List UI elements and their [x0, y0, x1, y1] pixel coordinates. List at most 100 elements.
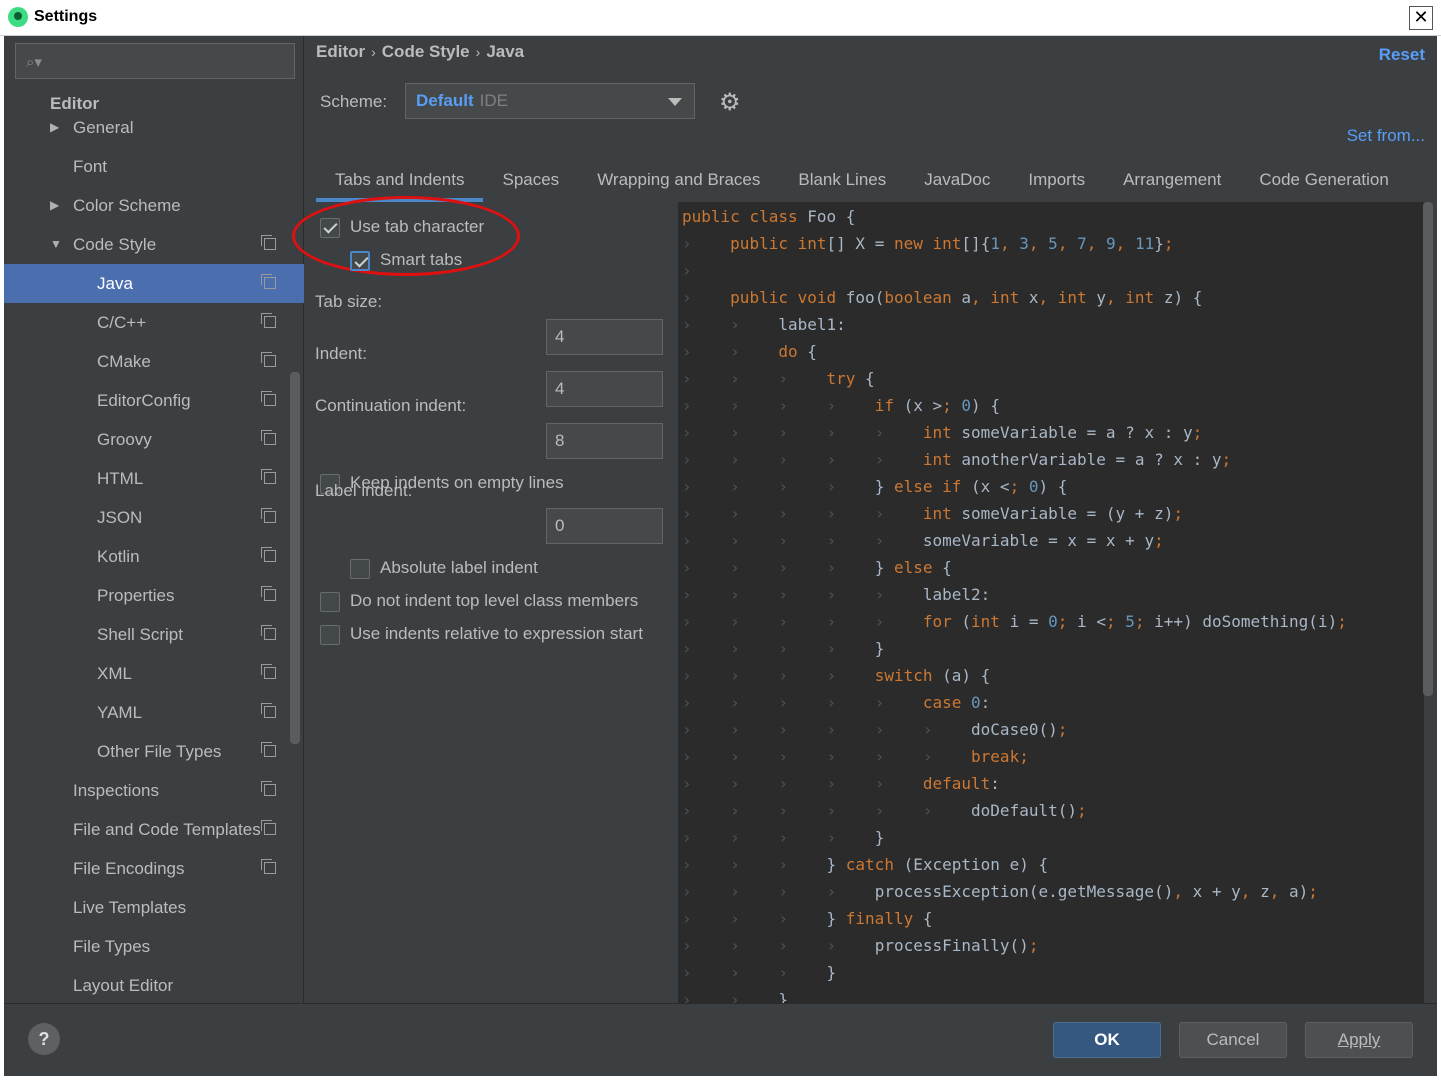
- absolute-label-indent-option[interactable]: Absolute label indent: [350, 557, 538, 581]
- no-indent-top-level-option[interactable]: Do not indent top level class members: [320, 590, 638, 614]
- tab-javadoc[interactable]: JavaDoc: [905, 162, 1009, 202]
- copy-icon: [261, 586, 276, 601]
- sidebar: ⌕▾ Editor ▶ General Font ▶ Color Scheme ▼ Code…: [4, 36, 304, 1003]
- sidebar-item-live-templates[interactable]: Live Templates: [4, 888, 304, 927]
- tab-marker-icon: ›: [682, 342, 692, 361]
- sidebar-item-properties[interactable]: Properties: [4, 576, 304, 615]
- sidebar-item-layout-editor[interactable]: Layout Editor: [4, 966, 304, 1005]
- breadcrumb-editor: Editor: [316, 42, 366, 61]
- sidebar-item-kotlin[interactable]: Kotlin: [4, 537, 304, 576]
- sidebar-item-file-types[interactable]: File Types: [4, 927, 304, 966]
- sidebar-item-font[interactable]: Font: [4, 147, 304, 186]
- sidebar-item-other-file-types[interactable]: Other File Types: [4, 732, 304, 771]
- sidebar-item-color-scheme[interactable]: ▶ Color Scheme: [4, 186, 304, 225]
- label-indent-input[interactable]: 0: [546, 508, 663, 544]
- code-line: › › do {: [682, 342, 817, 361]
- tab-blank-lines[interactable]: Blank Lines: [779, 162, 905, 202]
- tab-marker-icon: ›: [778, 585, 788, 604]
- scheme-dropdown[interactable]: Default IDE: [405, 83, 695, 119]
- code-preview[interactable]: public class Foo {› public int[] X = new…: [678, 202, 1424, 1003]
- no-indent-top-level-checkbox[interactable]: [320, 591, 340, 612]
- tab-marker-icon: ›: [682, 450, 692, 469]
- tab-marker-icon: ›: [778, 909, 788, 928]
- relative-to-expression-option[interactable]: Use indents relative to expression start: [320, 623, 643, 647]
- no-indent-top-level-label: Do not indent top level class members: [350, 591, 639, 610]
- chevron-right-icon[interactable]: ▶: [50, 108, 59, 147]
- copy-icon: [261, 469, 276, 484]
- tab-marker-icon: ›: [874, 801, 885, 820]
- sidebar-item-json[interactable]: JSON: [4, 498, 304, 537]
- sidebar-item-label: Color Scheme: [73, 196, 181, 215]
- sidebar-item-java[interactable]: Java: [4, 264, 304, 303]
- code-line: › public int[] X = new int[]{1, 3, 5, 7,…: [682, 234, 1174, 253]
- code-line: › › › › › label2:: [682, 585, 991, 604]
- reset-link[interactable]: Reset: [1379, 45, 1425, 65]
- sidebar-item-html[interactable]: HTML: [4, 459, 304, 498]
- tab-marker-icon: ›: [826, 747, 837, 766]
- tab-marker-icon: ›: [874, 504, 885, 523]
- tab-marker-icon: ›: [778, 720, 788, 739]
- continuation-indent-input[interactable]: 8: [546, 423, 663, 459]
- tab-arrangement[interactable]: Arrangement: [1104, 162, 1240, 202]
- sidebar-item-inspections[interactable]: Inspections: [4, 771, 304, 810]
- tab-code-generation[interactable]: Code Generation: [1240, 162, 1407, 202]
- chevron-right-icon[interactable]: ▶: [50, 186, 59, 225]
- breadcrumb-separator: ›: [475, 44, 481, 60]
- close-button[interactable]: ✕: [1409, 6, 1433, 30]
- sidebar-item-label: File Types: [73, 937, 151, 956]
- sidebar-item-groovy[interactable]: Groovy: [4, 420, 304, 459]
- indent-label: Indent:: [315, 344, 367, 363]
- sidebar-item-yaml[interactable]: YAML: [4, 693, 304, 732]
- tab-marker-icon: ›: [778, 558, 788, 577]
- tab-marker-icon: ›: [730, 585, 740, 604]
- sidebar-item-label: File and Code Templates: [73, 820, 261, 839]
- use-tab-character-option[interactable]: Use tab character: [320, 216, 484, 240]
- sidebar-item-file-and-code-templates[interactable]: File and Code Templates: [4, 810, 304, 849]
- breadcrumb: Editor › Code Style › Java: [316, 42, 524, 62]
- tab-size-input[interactable]: 4: [546, 319, 663, 355]
- search-input[interactable]: ⌕▾: [15, 43, 295, 79]
- sidebar-item-general[interactable]: ▶ General: [4, 108, 304, 147]
- use-tab-character-checkbox[interactable]: [320, 217, 340, 238]
- code-line: › › › › if (x >; 0) {: [682, 396, 1000, 415]
- tab-wrapping-and-braces[interactable]: Wrapping and Braces: [578, 162, 779, 202]
- copy-icon: [261, 781, 276, 796]
- indent-input[interactable]: 4: [546, 371, 663, 407]
- tab-marker-icon: ›: [730, 396, 740, 415]
- sidebar-scrollbar[interactable]: [290, 372, 300, 744]
- dialog-footer: ? OK Cancel Apply: [4, 1003, 1437, 1076]
- sidebar-item-editorconfig[interactable]: EditorConfig: [4, 381, 304, 420]
- tab-spaces[interactable]: Spaces: [483, 162, 578, 202]
- sidebar-item-label: C/C++: [97, 313, 147, 332]
- tab-marker-icon: ›: [682, 828, 692, 847]
- smart-tabs-checkbox[interactable]: [350, 250, 370, 271]
- set-from-link[interactable]: Set from...: [1347, 126, 1425, 146]
- cancel-button[interactable]: Cancel: [1179, 1022, 1287, 1058]
- scheme-kind: IDE: [479, 91, 508, 110]
- tab-marker-icon: ›: [826, 531, 837, 550]
- gear-icon[interactable]: ⚙: [719, 88, 741, 116]
- code-line: › › › › › default:: [682, 774, 1000, 793]
- tab-imports[interactable]: Imports: [1009, 162, 1104, 202]
- sidebar-item-shell-script[interactable]: Shell Script: [4, 615, 304, 654]
- tab-marker-icon: ›: [826, 774, 837, 793]
- tab-tabs-and-indents[interactable]: Tabs and Indents: [316, 162, 484, 202]
- sidebar-item-label: JSON: [97, 508, 143, 527]
- ok-button[interactable]: OK: [1053, 1022, 1161, 1058]
- sidebar-item-c-c-[interactable]: C/C++: [4, 303, 304, 342]
- tab-marker-icon: ›: [778, 504, 788, 523]
- smart-tabs-option[interactable]: Smart tabs: [350, 249, 462, 273]
- sidebar-item-cmake[interactable]: CMake: [4, 342, 304, 381]
- sidebar-item-file-encodings[interactable]: File Encodings: [4, 849, 304, 888]
- tab-marker-icon: ›: [826, 693, 837, 712]
- code-preview-scrollbar[interactable]: [1423, 202, 1433, 696]
- apply-button[interactable]: Apply: [1305, 1022, 1413, 1058]
- absolute-label-indent-checkbox[interactable]: [350, 558, 370, 579]
- help-button[interactable]: ?: [28, 1023, 60, 1055]
- sidebar-item-code-style[interactable]: ▼ Code Style: [4, 225, 304, 264]
- sidebar-item-xml[interactable]: XML: [4, 654, 304, 693]
- code-line: › › › › processFinally();: [682, 936, 1039, 955]
- tab-marker-icon: ›: [874, 774, 885, 793]
- chevron-down-icon[interactable]: ▼: [50, 225, 62, 264]
- relative-to-expression-checkbox[interactable]: [320, 624, 340, 645]
